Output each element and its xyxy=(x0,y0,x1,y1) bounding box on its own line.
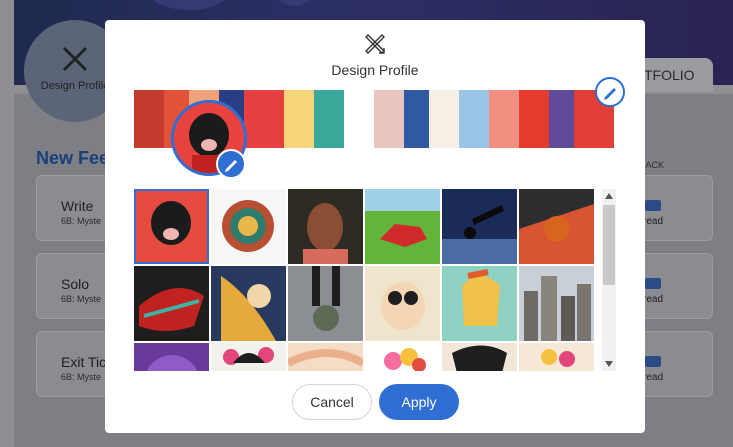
background-card-title: Solo xyxy=(61,276,90,292)
gallery-image-flowers-ball[interactable] xyxy=(519,343,594,371)
creature-image xyxy=(365,189,440,247)
gallery-image-cartoon-dog[interactable] xyxy=(365,266,440,341)
soccer-ball-image xyxy=(312,266,340,331)
pastel-image xyxy=(288,349,363,367)
dark-hair-woman-image xyxy=(452,345,507,371)
gallery-image-soccer-ball[interactable] xyxy=(288,266,363,341)
gallery-image-golden-woman[interactable] xyxy=(211,266,286,341)
bouquet-image xyxy=(384,348,426,371)
design-profile-modal: Design Profile Cancel Apply xyxy=(105,20,645,433)
scroll-up-arrow-icon[interactable] xyxy=(604,191,614,201)
gallery-image-basketball[interactable] xyxy=(519,189,594,264)
telescope-image xyxy=(442,205,517,264)
golden-woman-image xyxy=(221,276,276,341)
background-card-title: Exit Tic xyxy=(61,354,107,370)
gallery-image-red-dog[interactable] xyxy=(134,189,209,264)
gallery-image-purple-circle[interactable] xyxy=(134,343,209,371)
gallery-image-bouquet[interactable] xyxy=(365,343,440,371)
gallery-image-spartan[interactable] xyxy=(442,266,517,341)
purple-circle-image xyxy=(146,355,198,371)
background-card-status: read xyxy=(643,294,664,305)
spartan-image xyxy=(462,269,500,326)
mail-icon xyxy=(645,278,661,289)
background-card-title: Write xyxy=(61,198,94,214)
gallery-image-dark-hair-woman[interactable] xyxy=(442,343,517,371)
dog-image xyxy=(151,201,191,245)
woman-flowers-image xyxy=(223,347,274,365)
woman-image xyxy=(303,203,348,264)
gallery-image-pastel[interactable] xyxy=(288,343,363,371)
gallery-image-telescope[interactable] xyxy=(442,189,517,264)
background-card-subtitle: 6B: Myste xyxy=(61,216,102,226)
flowers-ball-image xyxy=(541,349,575,367)
basketball-image xyxy=(519,204,594,264)
edit-cover-button[interactable] xyxy=(595,77,625,107)
design-tools-icon xyxy=(62,46,88,72)
apply-button[interactable]: Apply xyxy=(379,384,459,420)
design-tools-icon xyxy=(365,34,385,54)
gallery-scrollbar[interactable] xyxy=(602,189,616,371)
gallery-image-abstract-bird[interactable] xyxy=(134,266,209,341)
background-card-subtitle: 6B: Myste xyxy=(61,372,102,382)
image-gallery xyxy=(134,189,596,371)
modal-title: Design Profile xyxy=(331,62,419,78)
gallery-image-pencils[interactable] xyxy=(211,189,286,264)
edit-avatar-button[interactable] xyxy=(216,149,246,179)
gallery-image-woman-flowers[interactable] xyxy=(211,343,286,371)
gallery-image-red-creature[interactable] xyxy=(365,189,440,264)
scroll-down-arrow-icon[interactable] xyxy=(604,359,614,369)
mail-icon xyxy=(645,356,661,367)
cancel-button[interactable]: Cancel xyxy=(292,384,372,420)
mail-icon xyxy=(645,200,661,211)
gallery-image-woman[interactable] xyxy=(288,189,363,264)
background-card-subtitle: 6B: Myste xyxy=(61,294,102,304)
abstract-bird-image xyxy=(139,288,204,331)
pencils-image xyxy=(222,200,274,252)
pencil-icon xyxy=(225,160,237,172)
background-heading: New Fee xyxy=(36,148,110,168)
pencil-icon xyxy=(604,88,616,100)
city-image xyxy=(524,276,591,341)
gallery-image-city[interactable] xyxy=(519,266,594,341)
background-card-status: read xyxy=(643,216,664,227)
background-card-status: read xyxy=(643,372,664,383)
scrollbar-thumb[interactable] xyxy=(603,205,615,285)
cartoon-dog-image xyxy=(381,282,425,330)
